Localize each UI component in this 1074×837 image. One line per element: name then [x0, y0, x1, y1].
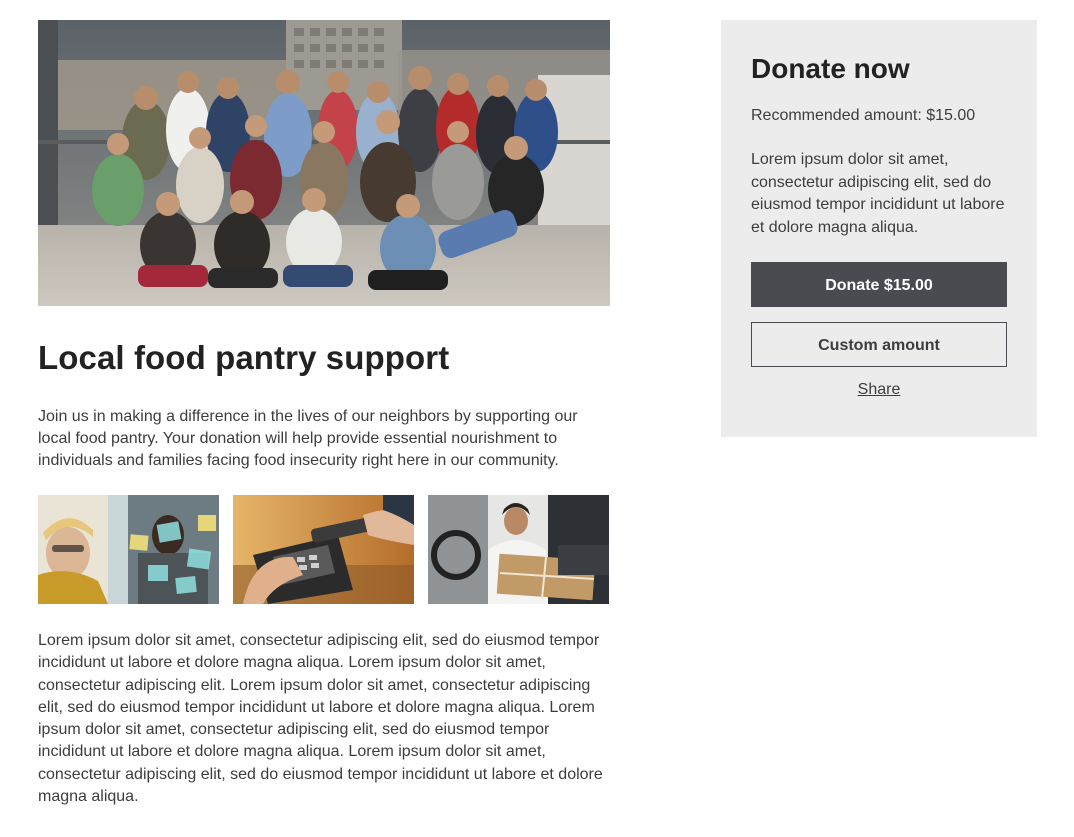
image-gallery — [38, 495, 610, 604]
gallery-image-delivery-driver — [428, 495, 609, 604]
donate-card: Donate now Recommended amount: $15.00 Lo… — [721, 20, 1037, 437]
donate-button[interactable]: Donate $15.00 — [751, 262, 1007, 307]
gallery-image-payment-terminal — [233, 495, 414, 604]
campaign-body-text: Lorem ipsum dolor sit amet, consectetur … — [38, 632, 603, 806]
hero-group-photo — [38, 20, 610, 306]
custom-amount-button[interactable]: Custom amount — [751, 322, 1007, 367]
donate-card-description: Lorem ipsum dolor sit amet, consectetur … — [751, 151, 1005, 236]
gallery-image-sticky-notes — [38, 495, 219, 604]
donate-card-title: Donate now — [751, 53, 910, 84]
recommended-amount: Recommended amount: $15.00 — [751, 107, 976, 124]
share-link[interactable]: Share — [751, 381, 1007, 399]
page: Local food pantry support Join us in mak… — [0, 0, 1074, 837]
campaign-intro: Join us in making a difference in the li… — [38, 408, 578, 469]
page-title: Local food pantry support — [38, 339, 450, 376]
campaign-main: Local food pantry support Join us in mak… — [38, 20, 610, 808]
